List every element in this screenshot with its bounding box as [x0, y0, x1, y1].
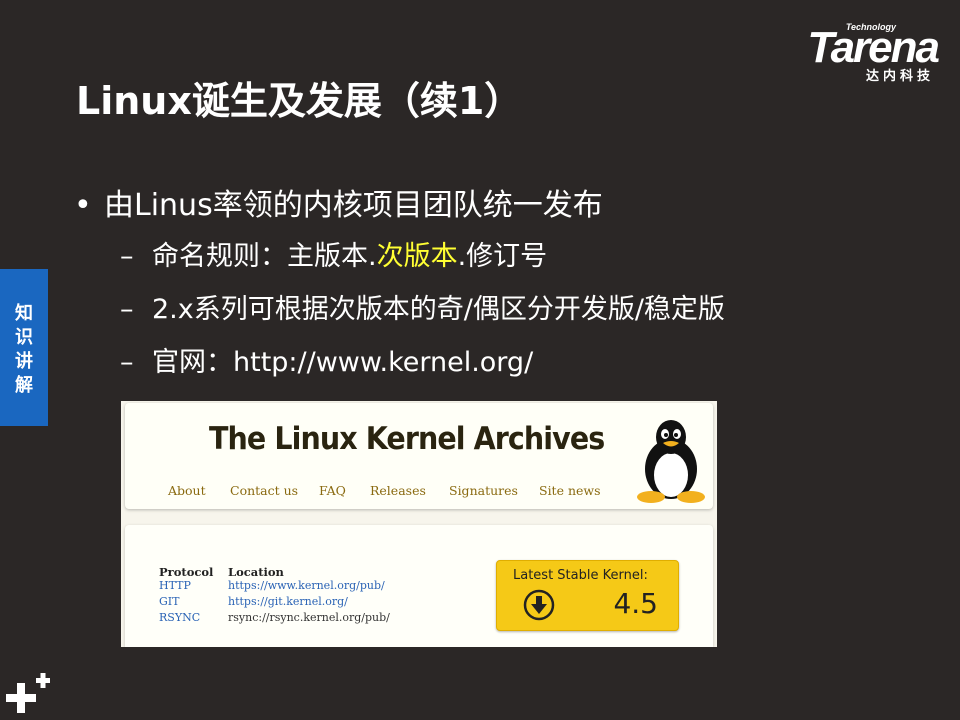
- nav-faq[interactable]: FAQ: [319, 483, 346, 498]
- location-rsync: rsync://rsync.kernel.org/pub/: [228, 611, 390, 624]
- naming-text-after: .修订号: [457, 241, 548, 272]
- nav-signatures[interactable]: Signatures: [449, 483, 518, 498]
- bullet-marker: •: [74, 188, 92, 223]
- side-tab-char: 解: [15, 375, 33, 396]
- sub-bullet-dash: –: [120, 294, 134, 325]
- nav-releases[interactable]: Releases: [370, 483, 426, 498]
- sub-bullet-website: – 官网：http://www.kernel.org/: [120, 340, 533, 379]
- tarena-logo: Technology Tarena 达内科技: [778, 20, 948, 84]
- slide-title: Linux诞生及发展（续1）: [76, 79, 523, 123]
- location-http[interactable]: https://www.kernel.org/pub/: [228, 579, 385, 592]
- nav-contact[interactable]: Contact us: [230, 483, 298, 498]
- side-tab-char: 识: [15, 327, 33, 348]
- nav-about[interactable]: About: [168, 483, 206, 498]
- plus-decoration-icon: [6, 673, 50, 713]
- series-text: 2.x系列可根据次版本的奇/偶区分开发版/稳定版: [152, 294, 725, 325]
- column-header-protocol: Protocol: [159, 565, 214, 579]
- location-git[interactable]: https://git.kernel.org/: [228, 595, 348, 608]
- kernel-site-header: The Linux Kernel Archives About Contact …: [125, 403, 713, 509]
- column-header-location: Location: [228, 565, 284, 579]
- kernel-org-screenshot: The Linux Kernel Archives About Contact …: [121, 401, 717, 647]
- website-text: 官网：http://www.kernel.org/: [152, 347, 534, 378]
- naming-highlight: 次版本: [376, 241, 458, 272]
- protocol-http[interactable]: HTTP: [159, 579, 191, 592]
- latest-stable-label: Latest Stable Kernel:: [513, 568, 648, 583]
- sub-bullet-dash: –: [120, 347, 134, 378]
- latest-kernel-version: 4.5: [613, 587, 658, 620]
- main-bullet: • 由Linus率领的内核项目团队统一发布: [74, 180, 603, 224]
- kernel-site-title: The Linux Kernel Archives: [209, 421, 605, 457]
- naming-text-before: 命名规则：主版本.: [152, 241, 377, 272]
- sub-bullet-series: –2.x系列可根据次版本的奇/偶区分开发版/稳定版: [120, 287, 725, 326]
- sub-bullet-naming: – 命名规则：主版本.次版本.修订号: [120, 234, 547, 273]
- kernel-site-body: Protocol Location HTTP https://www.kerne…: [125, 525, 713, 647]
- side-tab-char: 讲: [15, 351, 33, 372]
- protocol-git[interactable]: GIT: [159, 595, 179, 608]
- protocol-rsync[interactable]: RSYNC: [159, 611, 200, 624]
- tux-penguin-icon: [637, 420, 705, 503]
- sub-bullet-dash: –: [120, 241, 134, 272]
- side-tab-char: 知: [15, 303, 33, 324]
- download-icon: [523, 589, 555, 621]
- latest-stable-kernel-button[interactable]: Latest Stable Kernel: 4.5: [496, 560, 679, 631]
- side-tab-knowledge: 知 识 讲 解: [0, 269, 48, 426]
- logo-chinese-text: 达内科技: [865, 69, 934, 84]
- nav-site-news[interactable]: Site news: [539, 483, 601, 498]
- bullet-text: 由Linus率领的内核项目团队统一发布: [104, 188, 603, 223]
